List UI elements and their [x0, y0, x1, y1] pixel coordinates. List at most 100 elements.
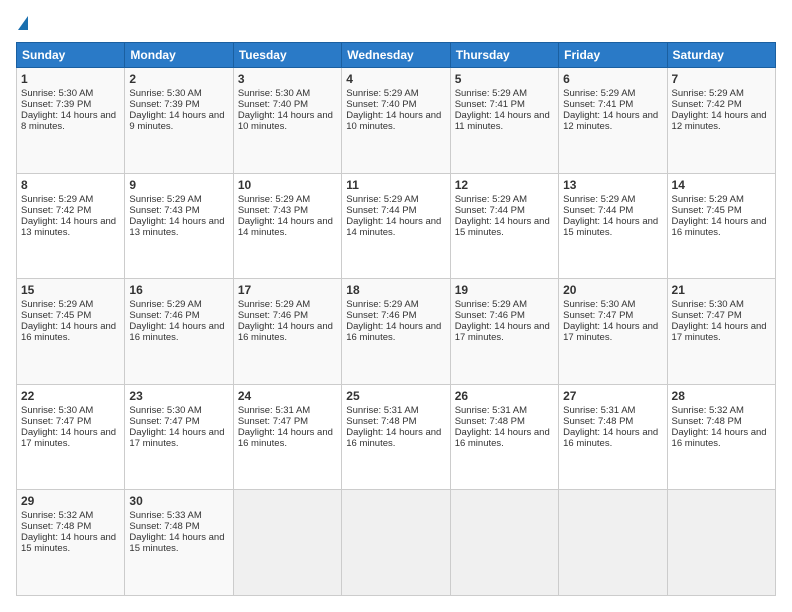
sunset-text: Sunset: 7:44 PM — [346, 205, 416, 216]
sunrise-text: Sunrise: 5:29 AM — [672, 88, 744, 99]
sunrise-text: Sunrise: 5:29 AM — [455, 88, 527, 99]
daylight-text: Daylight: 14 hours and 17 minutes. — [129, 427, 224, 449]
day-header-sunday: Sunday — [17, 43, 125, 68]
calendar-cell: 22Sunrise: 5:30 AMSunset: 7:47 PMDayligh… — [17, 384, 125, 490]
day-number: 7 — [672, 72, 771, 86]
sunrise-text: Sunrise: 5:29 AM — [21, 194, 93, 205]
sunrise-text: Sunrise: 5:29 AM — [129, 299, 201, 310]
calendar-cell: 11Sunrise: 5:29 AMSunset: 7:44 PMDayligh… — [342, 173, 450, 279]
day-number: 20 — [563, 283, 662, 297]
sunset-text: Sunset: 7:42 PM — [672, 99, 742, 110]
calendar-cell — [559, 490, 667, 596]
calendar-cell: 6Sunrise: 5:29 AMSunset: 7:41 PMDaylight… — [559, 68, 667, 174]
day-header-tuesday: Tuesday — [233, 43, 341, 68]
sunrise-text: Sunrise: 5:30 AM — [238, 88, 310, 99]
daylight-text: Daylight: 14 hours and 15 minutes. — [563, 216, 658, 238]
sunrise-text: Sunrise: 5:31 AM — [455, 405, 527, 416]
sunset-text: Sunset: 7:46 PM — [129, 310, 199, 321]
daylight-text: Daylight: 14 hours and 15 minutes. — [455, 216, 550, 238]
day-number: 1 — [21, 72, 120, 86]
sunset-text: Sunset: 7:48 PM — [129, 521, 199, 532]
day-header-wednesday: Wednesday — [342, 43, 450, 68]
day-number: 11 — [346, 178, 445, 192]
sunset-text: Sunset: 7:48 PM — [346, 416, 416, 427]
sunset-text: Sunset: 7:39 PM — [129, 99, 199, 110]
sunset-text: Sunset: 7:41 PM — [455, 99, 525, 110]
daylight-text: Daylight: 14 hours and 16 minutes. — [346, 427, 441, 449]
day-header-friday: Friday — [559, 43, 667, 68]
calendar-cell: 24Sunrise: 5:31 AMSunset: 7:47 PMDayligh… — [233, 384, 341, 490]
day-number: 30 — [129, 494, 228, 508]
sunset-text: Sunset: 7:48 PM — [455, 416, 525, 427]
calendar-week-4: 22Sunrise: 5:30 AMSunset: 7:47 PMDayligh… — [17, 384, 776, 490]
sunset-text: Sunset: 7:48 PM — [21, 521, 91, 532]
calendar-cell: 4Sunrise: 5:29 AMSunset: 7:40 PMDaylight… — [342, 68, 450, 174]
sunrise-text: Sunrise: 5:29 AM — [238, 194, 310, 205]
calendar-week-2: 8Sunrise: 5:29 AMSunset: 7:42 PMDaylight… — [17, 173, 776, 279]
calendar-cell: 23Sunrise: 5:30 AMSunset: 7:47 PMDayligh… — [125, 384, 233, 490]
daylight-text: Daylight: 14 hours and 13 minutes. — [21, 216, 116, 238]
daylight-text: Daylight: 14 hours and 14 minutes. — [238, 216, 333, 238]
calendar-table: SundayMondayTuesdayWednesdayThursdayFrid… — [16, 42, 776, 596]
calendar-cell: 30Sunrise: 5:33 AMSunset: 7:48 PMDayligh… — [125, 490, 233, 596]
day-header-saturday: Saturday — [667, 43, 775, 68]
calendar-cell: 21Sunrise: 5:30 AMSunset: 7:47 PMDayligh… — [667, 279, 775, 385]
sunrise-text: Sunrise: 5:29 AM — [238, 299, 310, 310]
day-number: 25 — [346, 389, 445, 403]
day-number: 8 — [21, 178, 120, 192]
daylight-text: Daylight: 14 hours and 16 minutes. — [238, 321, 333, 343]
day-number: 17 — [238, 283, 337, 297]
calendar-cell: 28Sunrise: 5:32 AMSunset: 7:48 PMDayligh… — [667, 384, 775, 490]
daylight-text: Daylight: 14 hours and 12 minutes. — [563, 110, 658, 132]
day-number: 3 — [238, 72, 337, 86]
day-number: 28 — [672, 389, 771, 403]
day-header-thursday: Thursday — [450, 43, 558, 68]
sunset-text: Sunset: 7:40 PM — [238, 99, 308, 110]
day-number: 13 — [563, 178, 662, 192]
day-number: 14 — [672, 178, 771, 192]
daylight-text: Daylight: 14 hours and 16 minutes. — [672, 216, 767, 238]
daylight-text: Daylight: 14 hours and 15 minutes. — [129, 532, 224, 554]
daylight-text: Daylight: 14 hours and 14 minutes. — [346, 216, 441, 238]
sunset-text: Sunset: 7:40 PM — [346, 99, 416, 110]
calendar-cell: 27Sunrise: 5:31 AMSunset: 7:48 PMDayligh… — [559, 384, 667, 490]
calendar-week-1: 1Sunrise: 5:30 AMSunset: 7:39 PMDaylight… — [17, 68, 776, 174]
logo — [16, 16, 28, 32]
daylight-text: Daylight: 14 hours and 11 minutes. — [455, 110, 550, 132]
calendar-cell: 5Sunrise: 5:29 AMSunset: 7:41 PMDaylight… — [450, 68, 558, 174]
day-number: 15 — [21, 283, 120, 297]
calendar-cell — [233, 490, 341, 596]
sunrise-text: Sunrise: 5:30 AM — [129, 88, 201, 99]
sunrise-text: Sunrise: 5:29 AM — [346, 88, 418, 99]
day-number: 27 — [563, 389, 662, 403]
sunrise-text: Sunrise: 5:29 AM — [455, 299, 527, 310]
calendar-cell — [342, 490, 450, 596]
sunrise-text: Sunrise: 5:29 AM — [563, 194, 635, 205]
sunrise-text: Sunrise: 5:30 AM — [21, 405, 93, 416]
calendar-cell: 12Sunrise: 5:29 AMSunset: 7:44 PMDayligh… — [450, 173, 558, 279]
calendar-cell: 1Sunrise: 5:30 AMSunset: 7:39 PMDaylight… — [17, 68, 125, 174]
day-number: 29 — [21, 494, 120, 508]
day-number: 2 — [129, 72, 228, 86]
sunrise-text: Sunrise: 5:31 AM — [238, 405, 310, 416]
calendar-cell: 8Sunrise: 5:29 AMSunset: 7:42 PMDaylight… — [17, 173, 125, 279]
page: SundayMondayTuesdayWednesdayThursdayFrid… — [0, 0, 792, 612]
sunrise-text: Sunrise: 5:29 AM — [672, 194, 744, 205]
calendar-cell: 17Sunrise: 5:29 AMSunset: 7:46 PMDayligh… — [233, 279, 341, 385]
calendar-cell: 10Sunrise: 5:29 AMSunset: 7:43 PMDayligh… — [233, 173, 341, 279]
sunset-text: Sunset: 7:44 PM — [563, 205, 633, 216]
day-number: 18 — [346, 283, 445, 297]
calendar-cell: 7Sunrise: 5:29 AMSunset: 7:42 PMDaylight… — [667, 68, 775, 174]
day-number: 9 — [129, 178, 228, 192]
sunrise-text: Sunrise: 5:31 AM — [563, 405, 635, 416]
daylight-text: Daylight: 14 hours and 15 minutes. — [21, 532, 116, 554]
calendar-cell: 26Sunrise: 5:31 AMSunset: 7:48 PMDayligh… — [450, 384, 558, 490]
sunset-text: Sunset: 7:47 PM — [238, 416, 308, 427]
sunset-text: Sunset: 7:41 PM — [563, 99, 633, 110]
daylight-text: Daylight: 14 hours and 17 minutes. — [455, 321, 550, 343]
daylight-text: Daylight: 14 hours and 9 minutes. — [129, 110, 224, 132]
daylight-text: Daylight: 14 hours and 16 minutes. — [21, 321, 116, 343]
daylight-text: Daylight: 14 hours and 10 minutes. — [346, 110, 441, 132]
day-header-monday: Monday — [125, 43, 233, 68]
sunrise-text: Sunrise: 5:32 AM — [672, 405, 744, 416]
